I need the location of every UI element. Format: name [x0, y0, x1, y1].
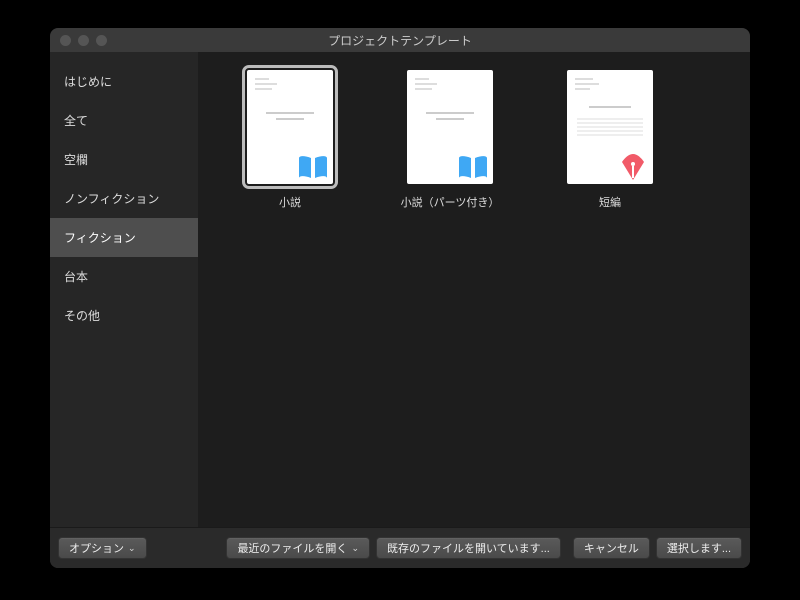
minimize-dot[interactable] [78, 35, 89, 46]
sidebar-item-all[interactable]: 全て [50, 101, 198, 140]
titlebar: プロジェクトテンプレート [50, 28, 750, 52]
window-body: はじめに 全て 空欄 ノンフィクション フィクション 台本 その他 [50, 52, 750, 527]
sidebar-item-script[interactable]: 台本 [50, 257, 198, 296]
book-icon [457, 154, 489, 180]
template-thumbnail [567, 70, 653, 184]
options-button[interactable]: オプション ⌄ [58, 537, 147, 559]
chevron-down-icon: ⌄ [128, 543, 136, 554]
choose-label: 選択します... [667, 540, 731, 556]
category-sidebar: はじめに 全て 空欄 ノンフィクション フィクション 台本 その他 [50, 52, 198, 527]
open-existing-button[interactable]: 既存のファイルを開いています... [376, 537, 561, 559]
sidebar-item-fiction[interactable]: フィクション [50, 218, 198, 257]
window-controls [60, 35, 107, 46]
book-icon [297, 154, 329, 180]
window-title: プロジェクトテンプレート [50, 32, 750, 49]
close-dot[interactable] [60, 35, 71, 46]
template-thumbnail [407, 70, 493, 184]
zoom-dot[interactable] [96, 35, 107, 46]
footer: オプション ⌄ 最近のファイルを開く ⌄ 既存のファイルを開いています... キ… [50, 527, 750, 568]
template-grid: 小説 小説（パーツ付き） [198, 52, 750, 527]
sidebar-item-misc[interactable]: その他 [50, 296, 198, 335]
options-label: オプション [69, 540, 124, 556]
template-novel-parts[interactable]: 小説（パーツ付き） [370, 70, 530, 210]
template-label: 短編 [599, 194, 621, 210]
open-recent-label: 最近のファイルを開く [237, 540, 347, 556]
template-novel[interactable]: 小説 [210, 70, 370, 210]
pen-nib-icon [617, 154, 649, 180]
chevron-down-icon: ⌄ [351, 543, 359, 554]
open-recent-button[interactable]: 最近のファイルを開く ⌄ [226, 537, 370, 559]
template-chooser-window: プロジェクトテンプレート はじめに 全て 空欄 ノンフィクション フィクション … [50, 28, 750, 568]
sidebar-item-intro[interactable]: はじめに [50, 62, 198, 101]
cancel-label: キャンセル [584, 540, 639, 556]
open-existing-label: 既存のファイルを開いています... [387, 540, 550, 556]
sidebar-item-blank[interactable]: 空欄 [50, 140, 198, 179]
template-short-story[interactable]: 短編 [530, 70, 690, 210]
template-label: 小説 [279, 194, 301, 210]
template-label: 小説（パーツ付き） [401, 194, 500, 210]
choose-button[interactable]: 選択します... [656, 537, 742, 559]
template-thumbnail [247, 70, 333, 184]
cancel-button[interactable]: キャンセル [573, 537, 650, 559]
sidebar-item-nonfiction[interactable]: ノンフィクション [50, 179, 198, 218]
